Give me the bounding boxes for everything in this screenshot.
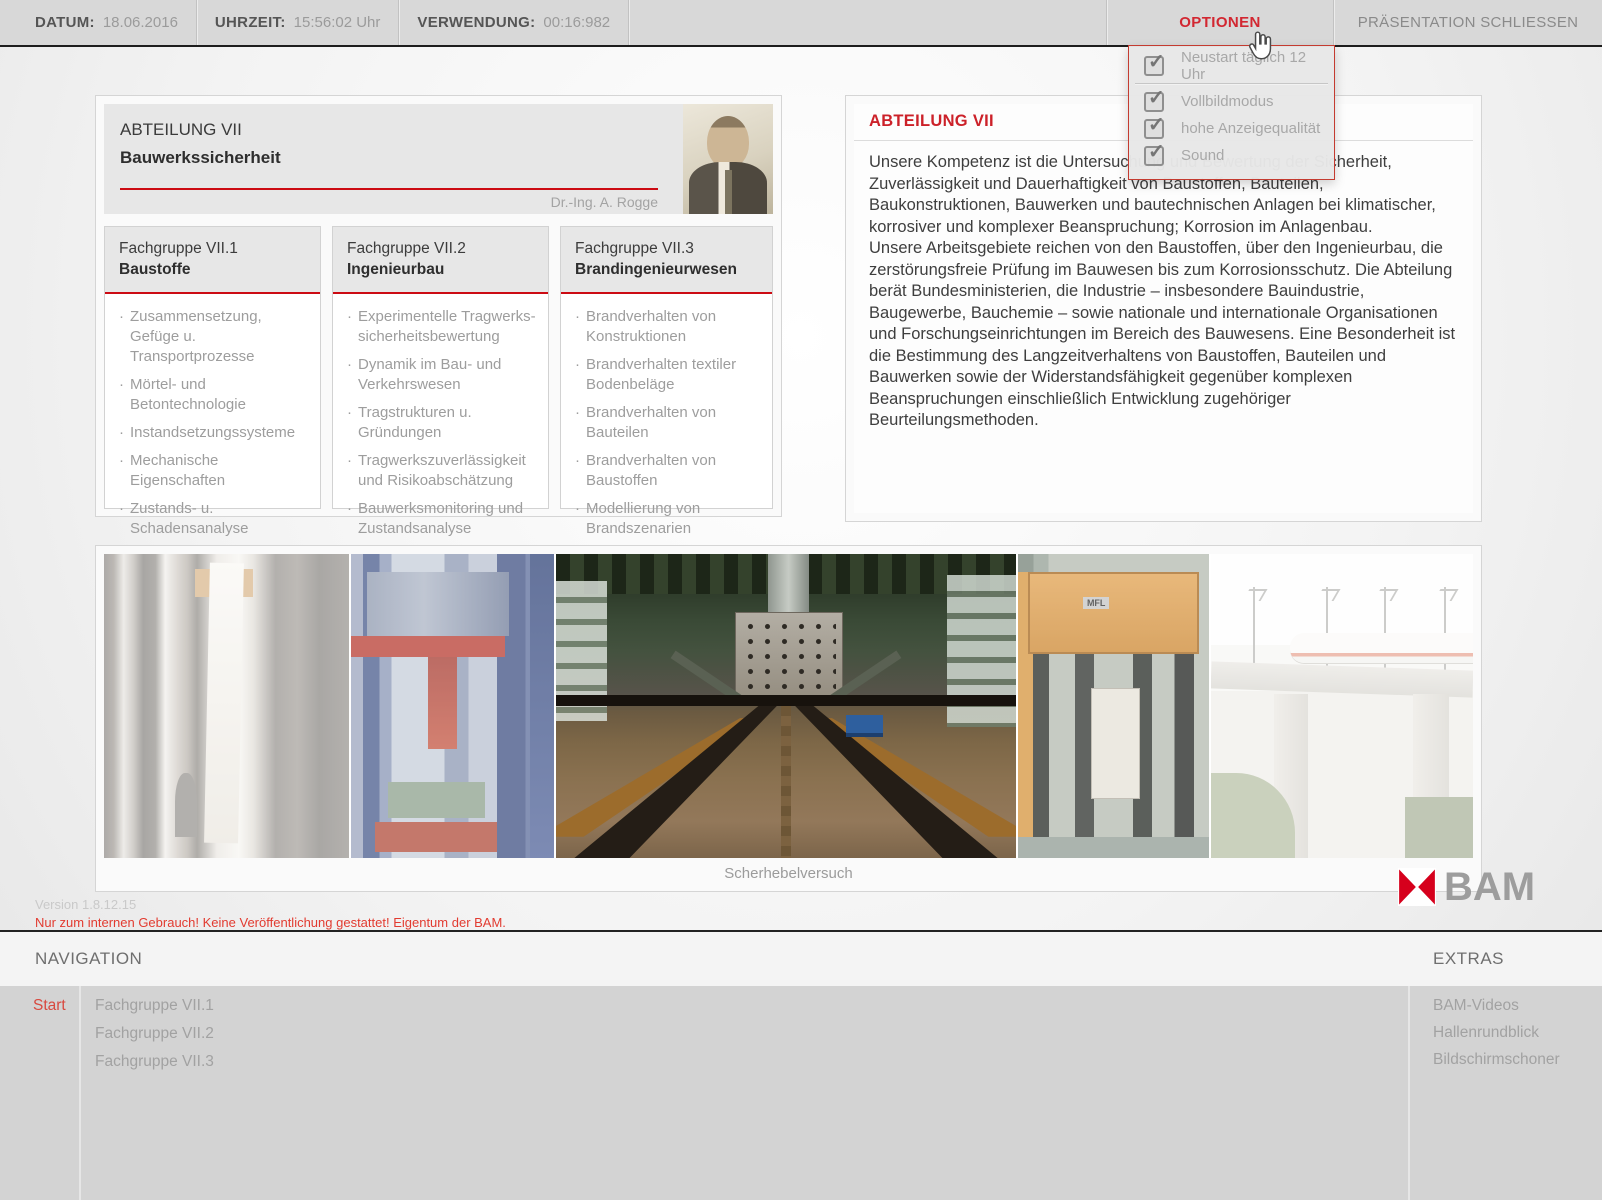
group-number: Fachgruppe VII.2 <box>347 238 534 259</box>
group-topic-list: Zusammensetzung, Gefüge u. Transportproz… <box>105 294 320 587</box>
close-presentation-button[interactable]: PRÄSENTATION SCHLIESSEN <box>1334 0 1602 45</box>
description-text: Unsere Kompetenz ist die Untersuchung un… <box>869 152 1463 432</box>
date-cell: DATUM: 18.06.2016 <box>0 0 197 45</box>
time-cell: UHRZEIT: 15:56:02 Uhr <box>197 0 399 45</box>
time-value: 15:56:02 Uhr <box>294 14 381 31</box>
department-header: ABTEILUNG VII Bauwerkssicherheit Dr.-Ing… <box>104 104 773 214</box>
top-bar: DATUM: 18.06.2016 UHRZEIT: 15:56:02 Uhr … <box>0 0 1602 47</box>
group-topic-list: Experimentelle Tragwerks-sicherheitsbewe… <box>333 294 548 539</box>
group-header: Fachgruppe VII.3 Brandingenieurwesen <box>561 227 772 294</box>
checkbox-checked-icon[interactable] <box>1144 146 1164 166</box>
options-button[interactable]: OPTIONEN <box>1107 0 1334 45</box>
usage-value: 00:16:982 <box>543 14 610 31</box>
department-subtitle: Bauwerkssicherheit <box>120 148 281 168</box>
internal-use-disclaimer: Nur zum internen Gebrauch! Keine Veröffe… <box>35 915 506 930</box>
extras-item-bam-videos[interactable]: BAM-Videos <box>1433 997 1519 1015</box>
presentation-stage: DATUM: 18.06.2016 UHRZEIT: 15:56:02 Uhr … <box>0 0 1602 1200</box>
group-topic: Brandverhalten von Bauteilen <box>575 403 762 443</box>
checkbox-checked-icon[interactable] <box>1144 119 1164 139</box>
date-label: DATUM: <box>35 14 95 31</box>
extras-item-hallenrundblick[interactable]: Hallenrundblick <box>1433 1024 1539 1042</box>
photo-mfl-press: MFL <box>1016 554 1209 858</box>
group-topic: Brandverhalten von Konstruktionen <box>575 307 762 347</box>
menu-item-label: Neustart täglich 12 Uhr <box>1181 49 1334 83</box>
nav-item-fachgruppe-vii3[interactable]: Fachgruppe VII.3 <box>95 1053 214 1071</box>
group-box-vii3: Fachgruppe VII.3 Brandingenieurwesen Bra… <box>560 226 773 509</box>
usage-cell: VERWENDUNG: 00:16:982 <box>399 0 629 45</box>
nav-item-fachgruppe-vii1[interactable]: Fachgruppe VII.1 <box>95 997 214 1015</box>
group-boxes: Fachgruppe VII.1 Baustoffe Zusammensetzu… <box>96 226 781 511</box>
group-name: Ingenieurbau <box>347 259 534 280</box>
bam-logo: BAM <box>1398 868 1535 906</box>
nav-area: Start Fachgruppe VII.1 Fachgruppe VII.2 … <box>0 986 1602 1200</box>
group-topic: Bauwerksmonitoring und Zustandsanalyse <box>347 499 538 539</box>
photo-gallery-panel: MFL Scherhebelversuch <box>95 545 1482 892</box>
group-header: Fachgruppe VII.2 Ingenieurbau <box>333 227 548 294</box>
bam-logo-icon <box>1398 868 1436 906</box>
group-box-vii1: Fachgruppe VII.1 Baustoffe Zusammensetzu… <box>104 226 321 509</box>
group-topic: Modellierung von Brandszenarien <box>575 499 762 539</box>
nav-item-fachgruppe-vii2[interactable]: Fachgruppe VII.2 <box>95 1025 214 1043</box>
group-topic: Brandverhalten von Baustoffen <box>575 451 762 491</box>
red-divider <box>120 188 658 190</box>
department-title: ABTEILUNG VII <box>120 120 242 140</box>
group-number: Fachgruppe VII.1 <box>119 238 306 259</box>
version-text: Version 1.8.12.15 <box>35 897 136 912</box>
photo-hydraulic-test-machine <box>349 554 554 858</box>
group-topic: Dynamik im Bau- und Verkehrswesen <box>347 355 538 395</box>
usage-label: VERWENDUNG: <box>417 14 535 31</box>
portrait-photo <box>683 104 773 214</box>
group-topic: Brandverhalten textiler Bodenbeläge <box>575 355 762 395</box>
department-head-name: Dr.-Ing. A. Rogge <box>120 194 658 210</box>
group-topic: Mechanische Eigenschaften <box>119 451 310 491</box>
department-card: ABTEILUNG VII Bauwerkssicherheit Dr.-Ing… <box>95 95 782 517</box>
group-topic: Zusammensetzung, Gefüge u. Transportproz… <box>119 307 310 367</box>
description-paragraph: Unsere Arbeitsgebiete reichen von den Ba… <box>869 238 1463 432</box>
photo-strip: MFL <box>104 554 1473 858</box>
time-label: UHRZEIT: <box>215 14 286 31</box>
photo-lab-column-test <box>104 554 349 858</box>
group-name: Baustoffe <box>119 259 306 280</box>
checkbox-checked-icon[interactable] <box>1144 92 1164 112</box>
group-name: Brandingenieurwesen <box>575 259 758 280</box>
checkbox-checked-icon[interactable] <box>1144 56 1164 76</box>
group-header: Fachgruppe VII.1 Baustoffe <box>105 227 320 294</box>
photo-ice-train-bridge <box>1209 554 1473 858</box>
gallery-caption: Scherhebelversuch <box>96 865 1481 882</box>
group-topic-list: Brandverhalten von Konstruktionen Brandv… <box>561 294 772 539</box>
menu-item-sound[interactable]: Sound <box>1129 142 1334 169</box>
topbar-spacer <box>629 0 1107 45</box>
group-topic: Instandsetzungssysteme <box>119 423 310 443</box>
menu-item-label: hohe Anzeigequalität <box>1181 120 1320 137</box>
menu-item-label: Sound <box>1181 147 1224 164</box>
nav-item-start[interactable]: Start <box>33 997 66 1015</box>
description-title: ABTEILUNG VII <box>869 112 994 131</box>
menu-item-restart[interactable]: Neustart täglich 12 Uhr <box>1129 52 1334 79</box>
group-topic: Tragwerkszuverlässigkeit und Risikoabsch… <box>347 451 538 491</box>
extras-item-bildschirmschoner[interactable]: Bildschirmschoner <box>1433 1051 1560 1069</box>
nav-header-bar: NAVIGATION EXTRAS <box>0 930 1602 988</box>
nav-divider-left <box>79 986 81 1200</box>
group-topic: Tragstrukturen u. Gründungen <box>347 403 538 443</box>
group-topic: Mörtel- und Betontechnologie <box>119 375 310 415</box>
nav-divider-right <box>1408 986 1410 1200</box>
bam-logo-text: BAM <box>1444 868 1535 906</box>
group-number: Fachgruppe VII.3 <box>575 238 758 259</box>
menu-item-label: Vollbildmodus <box>1181 93 1274 110</box>
photo-shear-lever-test-hall <box>554 554 1016 858</box>
extras-title: EXTRAS <box>1433 949 1504 969</box>
options-menu: Neustart täglich 12 Uhr Vollbildmodus ho… <box>1128 45 1335 180</box>
date-value: 18.06.2016 <box>103 14 178 31</box>
group-topic: Experimentelle Tragwerks-sicherheitsbewe… <box>347 307 538 347</box>
group-topic: Zustands- u. Schadensanalyse <box>119 499 310 539</box>
navigation-title: NAVIGATION <box>35 949 142 969</box>
group-box-vii2: Fachgruppe VII.2 Ingenieurbau Experiment… <box>332 226 549 509</box>
